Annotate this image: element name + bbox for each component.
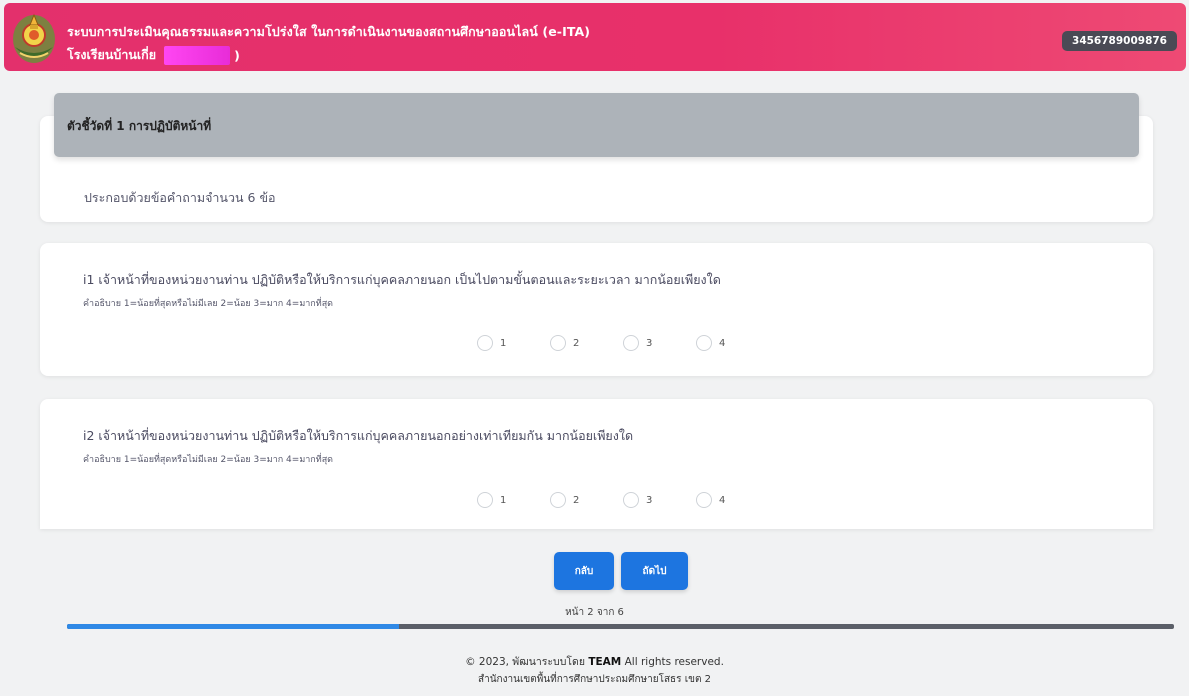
radio-button[interactable] [696,335,712,351]
progress-fill [67,624,400,629]
question-text: i2 เจ้าหน้าที่ของหน่วยงานท่าน ปฏิบัติหรื… [83,428,634,443]
question-hint: คำอธิบาย 1=น้อยที่สุดหรือไม่มีเลย 2=น้อย… [83,299,334,309]
radio-button[interactable] [550,335,566,351]
option-label: 3 [646,337,653,349]
option-label: 2 [573,494,580,506]
indicator-header: ตัวชี้วัดที่ 1 การปฏิบัติหน้าที่ [54,93,1139,157]
emblem-logo [10,9,58,65]
rating-option-2[interactable]: 2 [550,492,623,508]
radio-button[interactable] [623,492,639,508]
rating-option-1[interactable]: 1 [477,492,550,508]
question-text: i1 เจ้าหน้าที่ของหน่วยงานท่าน ปฏิบัติหรื… [83,272,721,287]
option-label: 1 [500,494,507,506]
option-label: 3 [646,494,653,506]
radio-button[interactable] [477,492,493,508]
copyright-text: © 2023, พัฒนาระบบโดย [465,656,585,668]
indicator-title: ตัวชี้วัดที่ 1 การปฏิบัติหน้าที่ [67,119,212,133]
radio-button[interactable] [477,335,493,351]
app-header: ระบบการประเมินคุณธรรมและความโปร่งใส ในกา… [4,3,1186,71]
option-label: 1 [500,337,507,349]
progress-bar [67,624,1174,629]
option-label: 2 [573,337,580,349]
rating-option-3[interactable]: 3 [623,335,696,351]
team-name: TEAM [588,656,622,668]
footer-office: สำนักงานเขตพื้นที่การศึกษาประถมศึกษายโสธ… [478,674,711,685]
school-name-text: โรงเรียนบ้านเกี่ย [67,47,157,62]
footer-copyright: © 2023, พัฒนาระบบโดย TEAM All rights res… [0,653,1189,670]
next-button[interactable]: ถัดไป [621,552,688,590]
rating-options: 1 2 3 4 [477,335,769,351]
page-indicator: หน้า 2 จาก 6 [565,607,624,618]
rating-option-3[interactable]: 3 [623,492,696,508]
school-name: โรงเรียนบ้านเกี่ย ) [67,45,240,65]
school-name-suffix: ) [234,47,240,63]
radio-button[interactable] [623,335,639,351]
rating-option-4[interactable]: 4 [696,335,769,351]
user-id-badge: 3456789009876 [1062,31,1177,51]
back-button[interactable]: กลับ [554,552,614,590]
rating-options: 1 2 3 4 [477,492,769,508]
question-card: i1 เจ้าหน้าที่ของหน่วยงานท่าน ปฏิบัติหรื… [40,243,1153,376]
rating-option-1[interactable]: 1 [477,335,550,351]
question-hint: คำอธิบาย 1=น้อยที่สุดหรือไม่มีเลย 2=น้อย… [83,455,334,465]
radio-button[interactable] [550,492,566,508]
rating-option-4[interactable]: 4 [696,492,769,508]
rating-option-2[interactable]: 2 [550,335,623,351]
option-label: 4 [719,494,726,506]
redaction-block [164,45,231,65]
radio-button[interactable] [696,492,712,508]
option-label: 4 [719,337,726,349]
indicator-description: ประกอบด้วยข้อคำถามจำนวน 6 ข้อ [84,190,276,205]
rights-text: All rights reserved. [624,656,724,668]
question-card: i2 เจ้าหน้าที่ของหน่วยงานท่าน ปฏิบัติหรื… [40,399,1153,529]
app-title: ระบบการประเมินคุณธรรมและความโปร่งใส ในกา… [67,24,591,39]
